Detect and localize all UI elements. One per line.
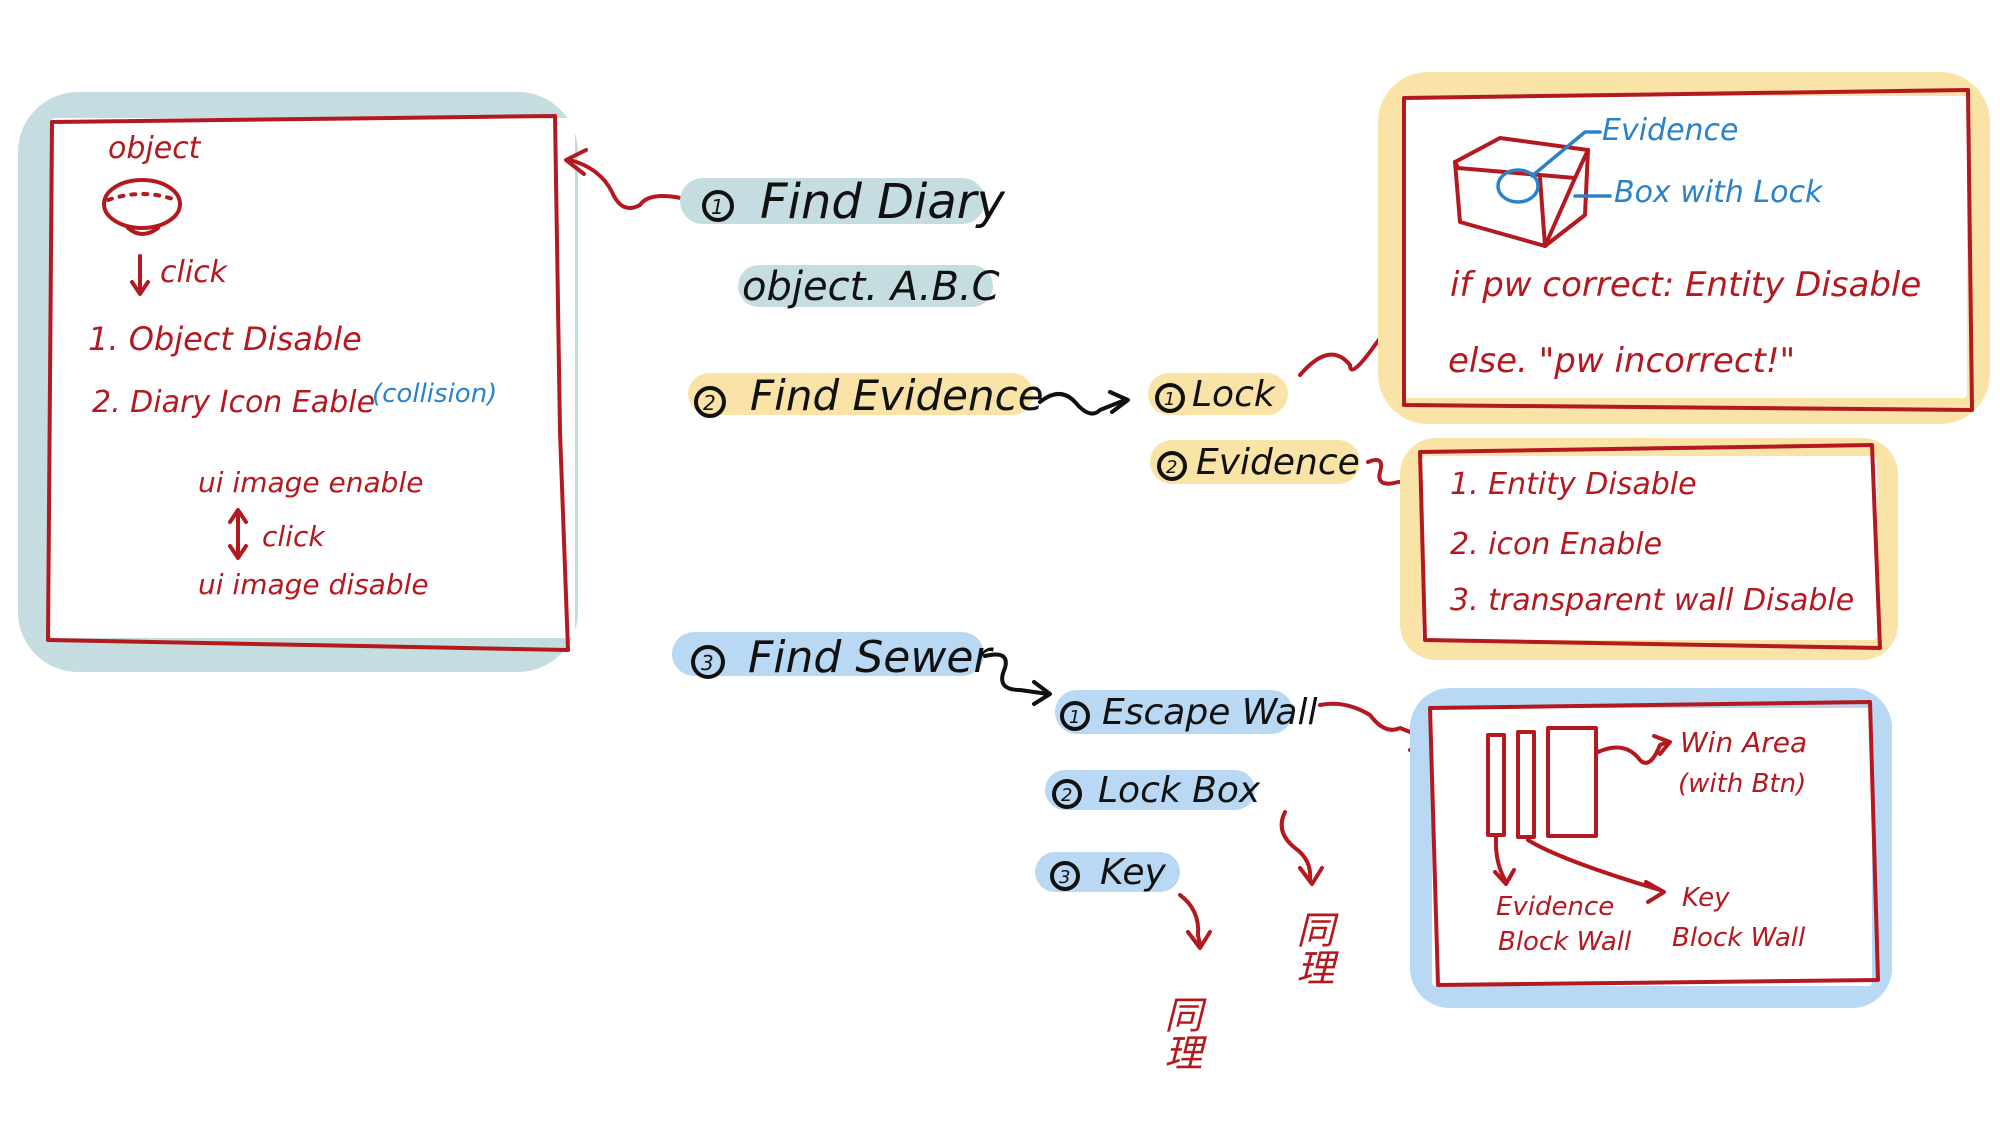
step2-text: 2. Diary Icon Eable (92, 385, 375, 420)
evidence-box-line3: 3. transparent wall Disable (1450, 583, 1854, 618)
object-label: object (108, 131, 202, 166)
evidence-wall-label-2: Block Wall (1498, 927, 1632, 957)
svg-text:1: 1 (711, 195, 724, 219)
evidence-box-line2: 2. icon Enable (1450, 527, 1662, 562)
lock-box-label-box: Box with Lock (1614, 175, 1824, 210)
svg-text:1: 1 (1164, 389, 1175, 410)
lock-box-label-evidence: Evidence (1602, 113, 1739, 148)
win-area-label: Win Area (1680, 726, 1807, 759)
ui-click-label: click (262, 520, 326, 553)
svg-text:3: 3 (701, 651, 714, 675)
key-wall-label-2: Block Wall (1672, 923, 1806, 953)
arrow-lockbox-to-same (1279, 810, 1313, 882)
arrow-task3-to-escape (983, 652, 1050, 696)
task2-sub2: Evidence (1196, 442, 1360, 483)
svg-text:1: 1 (1069, 707, 1080, 728)
arrow-escape-to-box (1318, 701, 1427, 740)
task3-sub3: Key (1100, 852, 1166, 893)
key-wall-label: Key (1682, 883, 1730, 913)
svg-text:2: 2 (1061, 785, 1072, 806)
task1-title: Find Diary (760, 174, 1006, 230)
task3-title: Find Sewer (748, 632, 994, 683)
win-area-note: (with Btn) (1678, 769, 1806, 799)
inner-panel (50, 118, 575, 638)
evidence-box-line1: 1. Entity Disable (1450, 467, 1697, 502)
lock-box-line2: else. "pw incorrect!" (1448, 341, 1795, 381)
same-as-above-lockbox: 同理 (1290, 910, 1334, 986)
task3-sub2: Lock Box (1098, 770, 1261, 811)
arrow-task1-to-box (568, 158, 692, 210)
task1-subtitle: object. A.B.C (742, 264, 1000, 310)
whiteboard-canvas: object click 1. Object Disable 2. Diary … (0, 0, 2000, 1125)
svg-text:2: 2 (703, 391, 716, 415)
svg-text:2: 2 (1166, 457, 1177, 478)
evidence-wall-label: Evidence (1496, 892, 1614, 922)
task2-title: Find Evidence (750, 371, 1044, 420)
click-label: click (160, 255, 229, 290)
task3-sub1: Escape Wall (1102, 692, 1318, 733)
svg-text:3: 3 (1059, 867, 1070, 888)
lock-box-line1: if pw correct: Entity Disable (1450, 265, 1921, 305)
same-as-above-key-1: 同理 (1158, 995, 1202, 1071)
ui-disable-text: ui image disable (198, 568, 429, 601)
collision-note: (collision) (372, 379, 497, 409)
task2-sub1: Lock (1192, 374, 1277, 415)
ui-enable-text: ui image enable (198, 466, 423, 499)
flow-diagram: object click 1. Object Disable 2. Diary … (18, 72, 1990, 1071)
step1-text: 1. Object Disable (88, 320, 362, 358)
